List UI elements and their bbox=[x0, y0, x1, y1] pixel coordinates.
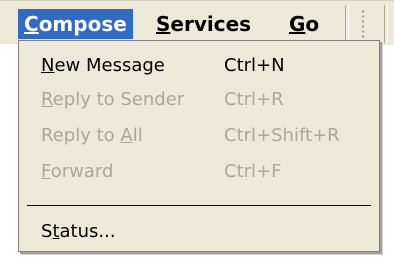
label-accel: t bbox=[52, 221, 60, 242]
menu-separator bbox=[27, 205, 371, 206]
background-window-edge bbox=[0, 44, 16, 257]
menu-item-shortcut: Ctrl+F bbox=[224, 161, 282, 182]
screen: Compose Services Go New Message Ctrl+N R… bbox=[0, 0, 394, 257]
label-accel: F bbox=[41, 161, 51, 182]
menu-go-post: o bbox=[305, 12, 320, 36]
menubar-end-separator bbox=[384, 5, 388, 43]
label-post: ll bbox=[132, 125, 143, 146]
menu-item-shortcut: Ctrl+Shift+R bbox=[224, 125, 340, 146]
label-accel: N bbox=[41, 55, 55, 76]
menu-item-shortcut: Ctrl+R bbox=[224, 89, 284, 110]
label-accel: R bbox=[41, 89, 53, 110]
menu-item-shortcut: Ctrl+N bbox=[224, 55, 285, 76]
menu-item-forward[interactable]: Forward Ctrl+F bbox=[19, 155, 379, 189]
label-post: ew Message bbox=[54, 55, 165, 76]
menu-bar: Compose Services Go bbox=[0, 0, 394, 45]
menu-item-status[interactable]: Status... bbox=[19, 215, 379, 249]
menu-item-label: Status... bbox=[41, 215, 116, 249]
menu-item-reply-to-sender[interactable]: Reply to Sender Ctrl+R bbox=[19, 83, 379, 117]
menu-go[interactable]: Go bbox=[283, 9, 325, 39]
label-pre: Reply to bbox=[41, 125, 121, 146]
label-accel: A bbox=[120, 125, 133, 146]
toolbar-grip-icon[interactable] bbox=[360, 9, 366, 39]
menu-go-accel: G bbox=[289, 12, 306, 36]
menu-item-reply-to-all[interactable]: Reply to All Ctrl+Shift+R bbox=[19, 119, 379, 153]
label-post: orward bbox=[50, 161, 114, 182]
menu-item-new-message[interactable]: New Message Ctrl+N bbox=[19, 49, 379, 83]
compose-dropdown-menu: New Message Ctrl+N Reply to Sender Ctrl+… bbox=[18, 40, 380, 252]
menu-compose-post: ompose bbox=[38, 12, 127, 36]
menubar-separator bbox=[345, 5, 349, 43]
menu-item-label: Reply to All bbox=[41, 119, 143, 153]
menu-item-label: Forward bbox=[41, 155, 113, 189]
label-post: eply to Sender bbox=[52, 89, 185, 110]
menu-item-label: Reply to Sender bbox=[41, 83, 184, 117]
menu-item-label: New Message bbox=[41, 49, 165, 83]
menu-services-accel: S bbox=[156, 12, 171, 36]
label-post: atus... bbox=[59, 221, 116, 242]
menu-compose-accel: C bbox=[24, 12, 39, 36]
menu-services[interactable]: Services bbox=[150, 9, 257, 39]
menu-compose[interactable]: Compose bbox=[18, 9, 133, 39]
label-pre: S bbox=[41, 221, 53, 242]
menu-services-post: ervices bbox=[170, 12, 252, 36]
